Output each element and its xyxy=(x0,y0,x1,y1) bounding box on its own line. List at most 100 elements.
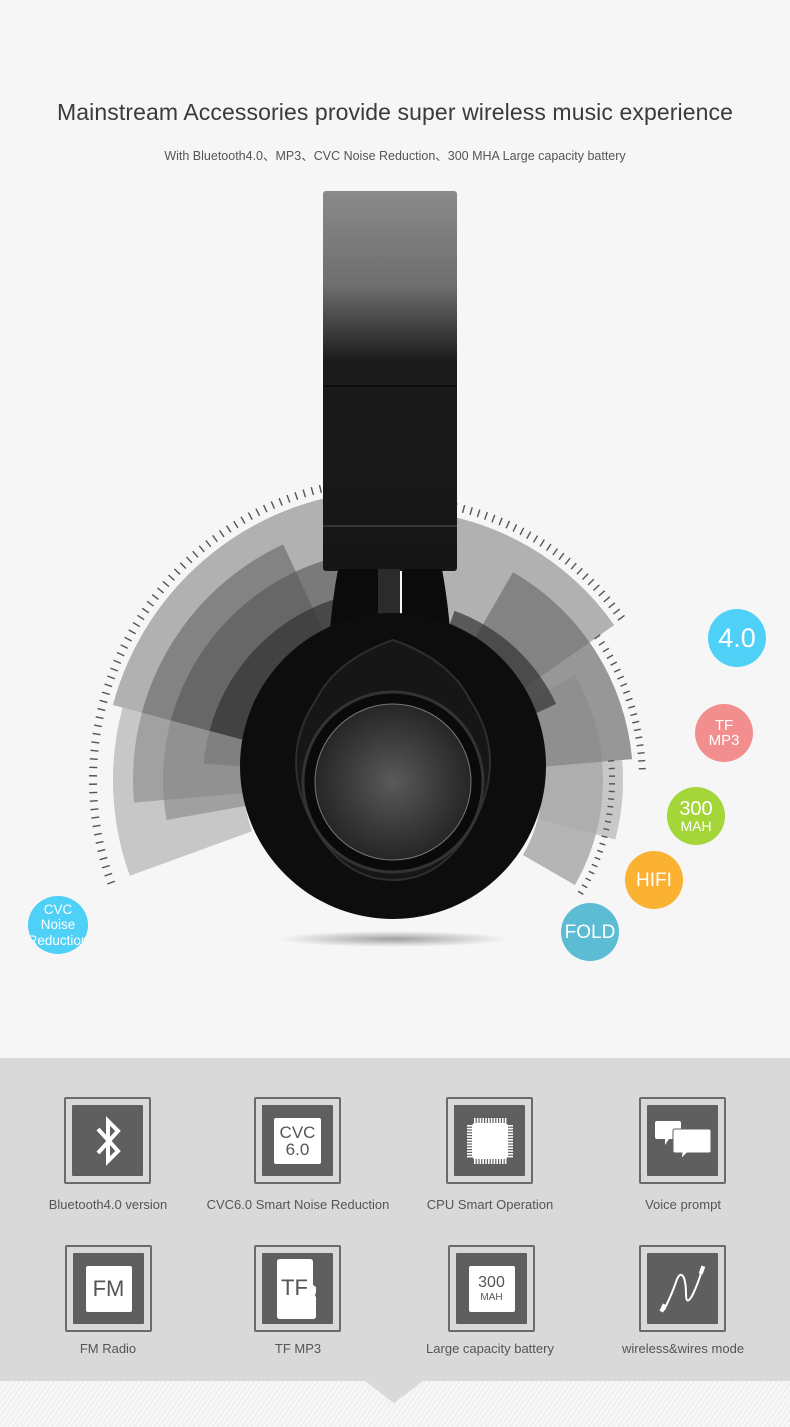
tick-mark xyxy=(192,550,199,558)
tick-mark xyxy=(89,799,98,802)
chip-pin xyxy=(466,1155,472,1157)
bubble-bluetooth-4-0: 4.0 xyxy=(708,609,766,667)
tick-mark xyxy=(591,863,598,868)
tick-mark xyxy=(120,644,129,650)
chip-pin xyxy=(479,1158,481,1164)
tile-text: TF xyxy=(281,1274,308,1300)
chip-pin xyxy=(493,1158,495,1164)
tick-mark xyxy=(587,578,595,586)
tick-mark xyxy=(512,524,518,532)
chip-pin xyxy=(498,1158,501,1164)
chip-pin xyxy=(493,1117,495,1123)
tick-mark xyxy=(128,629,136,635)
bubble-text: TF xyxy=(714,717,734,734)
tick-mark xyxy=(526,531,532,539)
tick-mark xyxy=(270,501,276,510)
chip-pin xyxy=(507,1149,513,1152)
chip-pin xyxy=(481,1117,484,1123)
tick-mark xyxy=(302,489,307,498)
headband xyxy=(323,191,457,571)
feature-label: Bluetooth4.0 version xyxy=(48,1197,168,1212)
bluetooth-icon xyxy=(72,1105,143,1176)
bubble-300-mah: 300 MAH xyxy=(667,787,725,845)
tick-mark xyxy=(625,697,633,702)
tick-mark xyxy=(570,562,577,570)
tick-mark xyxy=(99,856,108,861)
chip-pin xyxy=(507,1130,513,1132)
chip-pin xyxy=(507,1144,513,1146)
tick-mark xyxy=(564,557,571,565)
tick-mark xyxy=(93,724,102,728)
tick-mark xyxy=(585,877,592,882)
cvc-icon: CVC 6.0 xyxy=(262,1105,333,1176)
chip-pin xyxy=(481,1158,484,1164)
tick-mark xyxy=(597,849,604,853)
bubble-text: CVC xyxy=(43,901,73,917)
chip-pin xyxy=(501,1117,504,1123)
product-shadow xyxy=(278,931,508,947)
feature-icon-frame xyxy=(639,1245,726,1332)
chip-pin xyxy=(466,1149,472,1152)
tick-mark xyxy=(185,556,193,564)
tick-mark xyxy=(593,584,600,591)
chip-pin xyxy=(504,1158,506,1164)
tick-mark xyxy=(179,562,187,570)
tick-mark xyxy=(110,667,119,672)
tf-card-icon: TF xyxy=(262,1253,333,1324)
tick-mark xyxy=(608,602,616,609)
tick-mark xyxy=(498,517,503,526)
chip-pin xyxy=(507,1138,513,1141)
tick-mark xyxy=(93,832,102,836)
tick-mark xyxy=(620,682,628,687)
feature-icon-frame xyxy=(446,1097,533,1184)
chip-pin xyxy=(507,1152,513,1155)
tick-mark xyxy=(491,514,496,523)
tick-mark xyxy=(607,805,614,808)
tick-mark xyxy=(151,593,159,600)
tick-mark xyxy=(610,661,618,666)
tick-mark xyxy=(91,741,100,744)
feature-label: FM Radio xyxy=(79,1341,137,1356)
tick-mark xyxy=(599,842,606,846)
tick-mark xyxy=(124,636,132,642)
tick-mark xyxy=(101,691,110,696)
chip-pin xyxy=(466,1144,472,1146)
tick-mark xyxy=(613,668,621,673)
tick-mark xyxy=(92,732,101,736)
chip-pin xyxy=(466,1132,472,1135)
bubble-text: 300 xyxy=(679,798,713,820)
tick-mark xyxy=(240,516,246,525)
tick-mark xyxy=(212,534,218,543)
tick-mark xyxy=(628,705,636,709)
chip-pin xyxy=(479,1117,481,1123)
chip-pin xyxy=(466,1141,472,1143)
tick-mark xyxy=(101,864,110,869)
tick-mark xyxy=(95,840,104,844)
tick-mark xyxy=(116,651,125,657)
features-panel: Bluetooth4.0 version CVC 6.0 CVC6.0 Smar… xyxy=(0,1058,790,1381)
tick-mark xyxy=(558,552,565,560)
feature-icon-frame: FM xyxy=(65,1245,152,1332)
feature-label: Voice prompt xyxy=(645,1197,721,1212)
chip-pin xyxy=(507,1155,513,1157)
chip-pin xyxy=(476,1117,478,1123)
tick-mark xyxy=(608,798,615,801)
chip-pin xyxy=(507,1132,513,1135)
tick-mark xyxy=(532,535,539,543)
earcup-cap xyxy=(314,703,472,861)
tick-mark xyxy=(104,872,113,877)
tick-mark xyxy=(552,548,559,556)
tick-mark xyxy=(141,607,150,614)
tick-mark xyxy=(90,749,99,752)
chip-pin xyxy=(495,1158,498,1164)
tick-mark xyxy=(539,539,545,547)
tick-mark xyxy=(262,504,268,513)
feature-label: CVC6.0 Smart Noise Reduction xyxy=(206,1197,390,1212)
tick-mark xyxy=(635,736,643,739)
tick-mark xyxy=(638,759,646,762)
tick-mark xyxy=(617,614,625,621)
tick-mark xyxy=(623,690,631,695)
bubble-hifi: HIFI xyxy=(625,851,683,909)
bubble-text: MAH xyxy=(680,818,712,834)
tick-mark xyxy=(581,884,588,889)
